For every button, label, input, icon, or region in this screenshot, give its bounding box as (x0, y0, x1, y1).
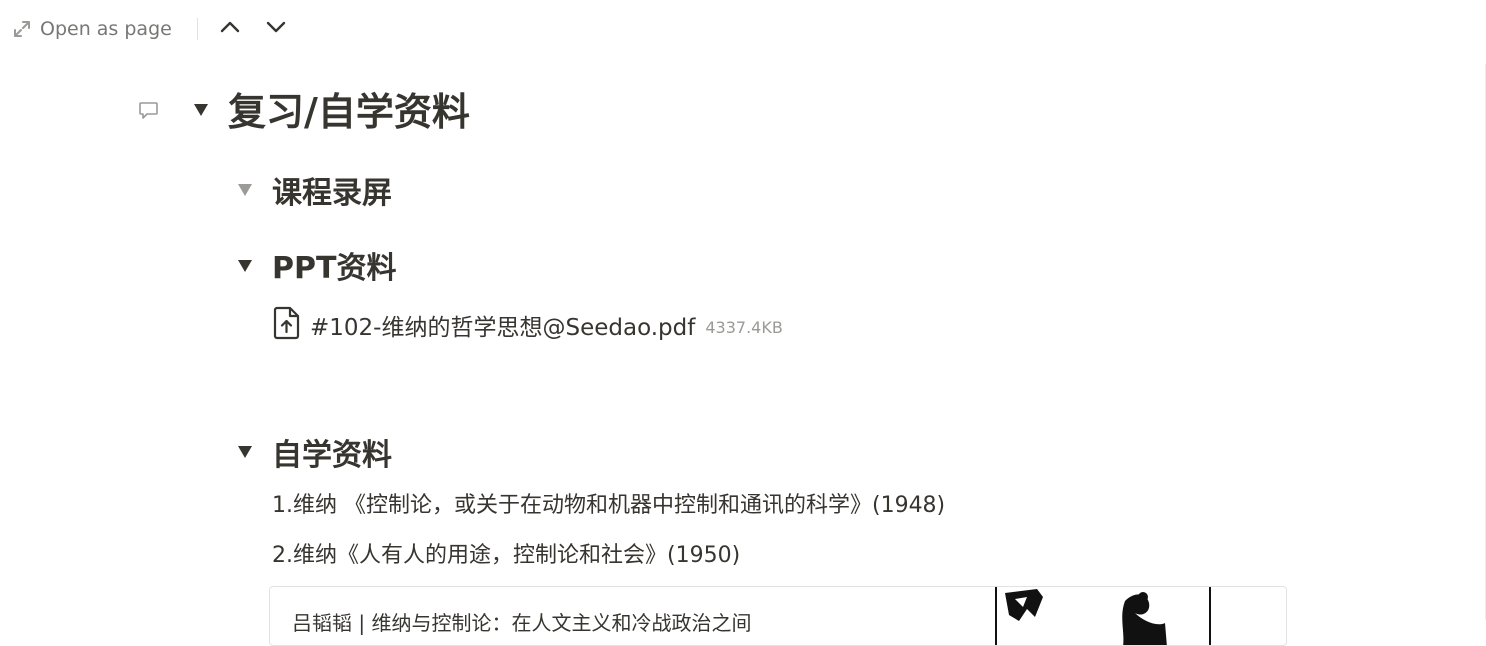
chevron-up-icon (218, 15, 242, 43)
file-name: #102-维纳的哲学思想@Seedao.pdf (310, 315, 696, 341)
toggle-section-recordings[interactable] (234, 179, 256, 201)
file-upload-icon (272, 306, 302, 344)
file-attachment[interactable]: #102-维纳的哲学思想@Seedao.pdf 4337.4KB (272, 306, 783, 344)
bookmark-thumbnail-image (995, 587, 1211, 645)
previous-page-button[interactable] (215, 14, 245, 44)
comment-icon[interactable] (137, 99, 161, 123)
web-bookmark-card[interactable]: 吕韬韬 | 维纳与控制论：在人文主义和冷战政治之间 (269, 586, 1287, 646)
toggle-section-ppt[interactable] (234, 255, 256, 277)
chevron-down-icon (264, 15, 288, 43)
open-as-page-button[interactable]: Open as page (12, 14, 172, 44)
next-page-button[interactable] (261, 14, 291, 44)
bookmark-title: 吕韬韬 | 维纳与控制论：在人文主义和冷战政治之间 (292, 611, 752, 635)
triangle-down-icon (237, 445, 253, 459)
topbar-divider (197, 18, 198, 40)
section-title-recordings: 课程录屏 (272, 176, 392, 211)
page-heading: 复习/自学资料 (228, 90, 470, 134)
open-as-page-label: Open as page (40, 18, 172, 40)
toggle-section-self-study[interactable] (234, 441, 256, 463)
triangle-down-icon (193, 103, 209, 117)
triangle-down-icon (237, 183, 253, 197)
section-title-self-study: 自学资料 (272, 438, 392, 473)
peek-topbar: Open as page (0, 0, 1486, 58)
section-title-ppt: PPT资料 (272, 251, 397, 286)
expand-arrows-icon (12, 19, 32, 39)
file-size: 4337.4KB (705, 317, 783, 337)
reading-item-1: 1.维纳 《控制论，或关于在动物和机器中控制和通讯的科学》(1948) (272, 493, 946, 518)
reading-item-2: 2.维纳《人有人的用途，控制论和社会》(1950) (272, 543, 741, 568)
triangle-down-icon (237, 259, 253, 273)
toggle-heading-main[interactable] (190, 99, 212, 121)
